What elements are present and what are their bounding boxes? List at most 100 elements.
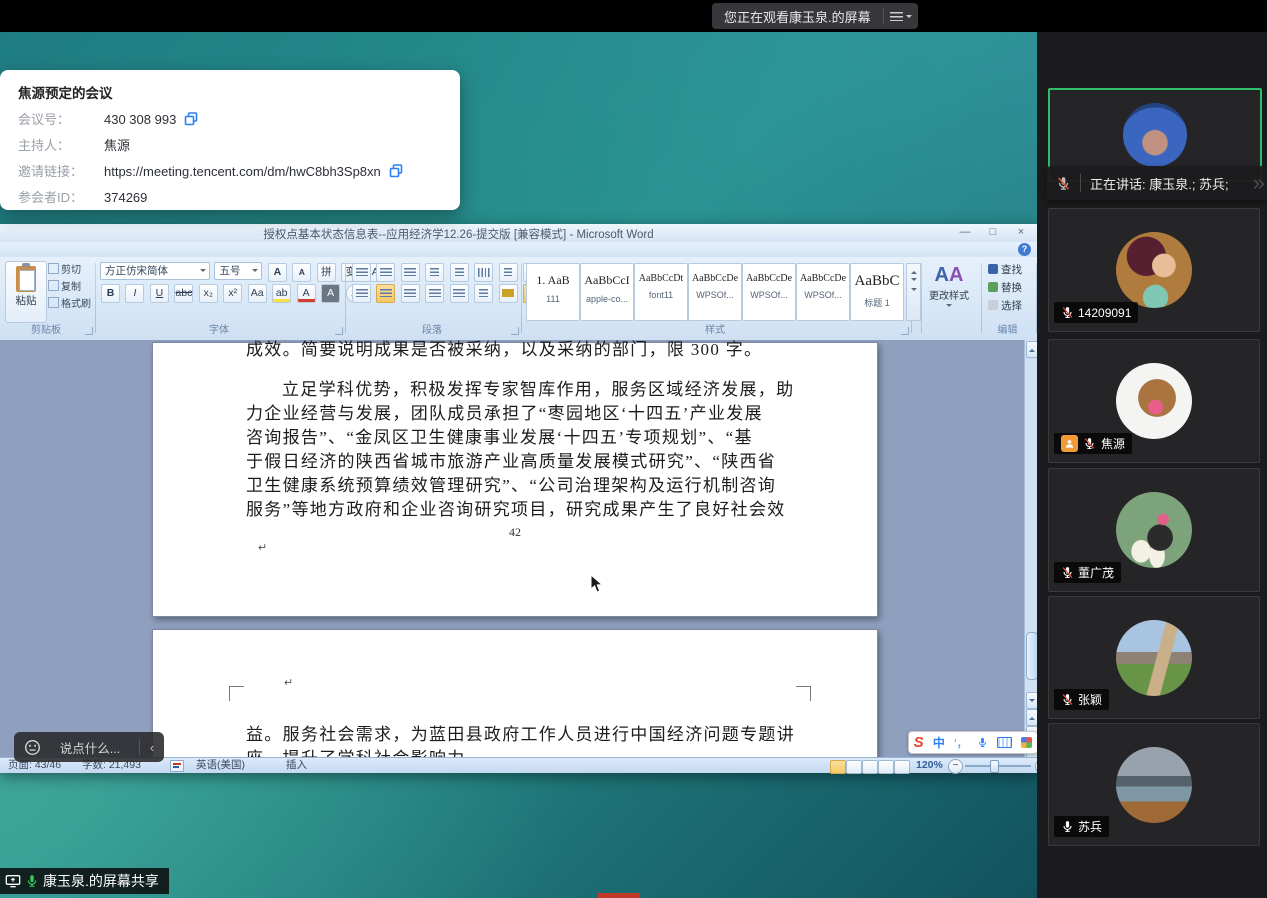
align-right-button[interactable] [401, 284, 420, 303]
increase-indent-button[interactable] [450, 263, 469, 282]
asian-layout-button[interactable] [474, 263, 493, 282]
shrink-font-button[interactable]: A [292, 263, 311, 282]
find-icon [988, 264, 998, 274]
previous-page-button[interactable] [1026, 709, 1037, 726]
print-layout-view-button[interactable] [830, 760, 846, 774]
doc-text-line: 益。服务社会需求，为蓝田县政府工作人员进行中国经济问题专题讲 [246, 720, 846, 745]
zoom-slider-thumb[interactable] [990, 760, 999, 773]
font-size-combo[interactable]: 五号 [214, 262, 262, 280]
chat-quick-bubble[interactable]: 说点什么... ‹ [14, 732, 164, 762]
style-item[interactable]: 1. AaB111 [526, 263, 580, 321]
mic-muted-icon [1083, 437, 1096, 450]
change-styles-button[interactable]: AA 更改样式 [922, 263, 976, 325]
document-scrollbar[interactable] [1024, 340, 1037, 757]
emoji-icon[interactable] [24, 739, 41, 756]
superscript-button[interactable]: x² [223, 284, 242, 303]
line-spacing-button[interactable] [474, 284, 493, 303]
participant-tile-14209091[interactable]: 14209091 [1048, 208, 1260, 332]
sogou-logo-icon[interactable]: S [914, 734, 924, 752]
scroll-up-button[interactable] [1026, 341, 1037, 358]
style-item[interactable]: AaBbCcDeWPSOf... [796, 263, 850, 321]
participant-tile-subing[interactable]: 苏兵 [1048, 723, 1260, 846]
shading-button[interactable] [499, 284, 518, 303]
ime-microphone-icon[interactable] [977, 736, 988, 749]
replace-button[interactable]: 替换 [988, 280, 1022, 297]
fullscreen-reading-view-button[interactable] [846, 760, 862, 774]
scroll-down-icon [911, 278, 917, 284]
find-button[interactable]: 查找 [988, 262, 1022, 279]
copy-button[interactable]: 复制 [48, 280, 92, 296]
phonetic-guide-button[interactable]: 拼 [317, 263, 336, 282]
font-color-button[interactable]: A [297, 284, 316, 303]
decrease-indent-button[interactable] [425, 263, 444, 282]
highlight-color-button[interactable]: ab [272, 284, 291, 303]
ime-keyboard-icon[interactable] [997, 737, 1012, 748]
align-center-button[interactable] [376, 284, 395, 303]
insert-mode-indicator[interactable]: 插入 [286, 759, 307, 772]
numbered-list-button[interactable] [376, 263, 395, 282]
sharer-mic-on-icon [25, 874, 39, 888]
styles-gallery-scrollbar[interactable] [906, 263, 921, 321]
grow-font-button[interactable]: A [268, 263, 287, 282]
copy-icon[interactable] [184, 112, 198, 126]
styles-dialog-launcher[interactable] [901, 327, 909, 335]
styles-scroll-strip [912, 259, 922, 337]
doc-text-line: 咨询报告”、“金凤区卫生健康事业发展‘十四五’专项规划”、“基 [246, 423, 846, 448]
style-item[interactable]: AaBbCcDtfont11 [634, 263, 688, 321]
style-item[interactable]: AaBbCcIapple-co... [580, 263, 634, 321]
italic-button[interactable]: I [125, 284, 144, 303]
strikethrough-button[interactable]: abc [174, 284, 193, 303]
scrollbar-thumb[interactable] [1026, 632, 1037, 680]
close-button[interactable]: × [1007, 224, 1035, 241]
align-left-button[interactable] [352, 284, 371, 303]
sort-button[interactable] [499, 263, 518, 282]
restore-button[interactable]: □ [979, 224, 1007, 241]
character-shading-button[interactable]: A [321, 284, 340, 303]
change-case-aa-button[interactable]: Aa [248, 284, 267, 303]
help-icon[interactable]: ? [1018, 243, 1031, 256]
justify-button[interactable] [425, 284, 444, 303]
minimize-button[interactable]: — [951, 224, 979, 241]
language-indicator[interactable]: 英语(美国) [196, 759, 245, 772]
draft-view-button[interactable] [894, 760, 910, 774]
collapse-banner-chevron-icon[interactable]: » [1253, 168, 1265, 198]
scroll-down-button[interactable] [1026, 692, 1037, 709]
chat-input-placeholder[interactable]: 说点什么... [41, 738, 139, 757]
view-options-menu-button[interactable] [884, 3, 918, 29]
bold-button[interactable]: B [101, 284, 120, 303]
ime-toolbox-icon[interactable] [1021, 737, 1032, 748]
style-item-heading1[interactable]: AaBbC标题 1 [850, 263, 904, 321]
paragraph-dialog-launcher[interactable] [511, 327, 519, 335]
subscript-button[interactable]: x₂ [199, 284, 218, 303]
multilevel-list-button[interactable] [401, 263, 420, 282]
outline-view-button[interactable] [878, 760, 894, 774]
distribute-button[interactable] [450, 284, 469, 303]
font-dialog-launcher[interactable] [335, 327, 343, 335]
style-item[interactable]: AaBbCcDeWPSOf... [688, 263, 742, 321]
collapse-chat-button[interactable]: ‹ [140, 740, 164, 755]
cut-button[interactable]: 剪切 [48, 263, 92, 279]
ime-language-toggle[interactable]: 中 [933, 734, 945, 751]
editing-group-label: 编辑 [982, 321, 1033, 336]
word-title-bar[interactable]: 授权点基本状态信息表--应用经济学12.26-提交版 [兼容模式] - Micr… [0, 224, 1037, 243]
paste-button[interactable]: 粘贴 [5, 261, 47, 323]
participant-tile-dongguangmao[interactable]: 董广茂 [1048, 468, 1260, 592]
select-button[interactable]: 选择 [988, 298, 1022, 315]
copy-icon[interactable] [389, 164, 403, 178]
underline-button[interactable]: U [150, 284, 169, 303]
participant-tile-zhangying[interactable]: 张颖 [1048, 596, 1260, 719]
scroll-up-icon [911, 268, 917, 274]
proofing-icon[interactable] [170, 760, 184, 772]
clipboard-dialog-launcher[interactable] [85, 327, 93, 335]
bullet-list-button[interactable] [352, 263, 371, 282]
mic-muted-icon [1061, 306, 1074, 319]
font-name-combo[interactable]: 方正仿宋简体 [100, 262, 210, 280]
ime-punctuation-toggle[interactable]: ’， [954, 735, 967, 751]
style-item[interactable]: AaBbCcDeWPSOf... [742, 263, 796, 321]
ime-toolbar[interactable]: S 中 ’， [908, 731, 1037, 754]
participant-tile-jiaoyuan[interactable]: 焦源 [1048, 339, 1260, 463]
web-layout-view-button[interactable] [862, 760, 878, 774]
zoom-level[interactable]: 120% [916, 759, 943, 772]
zoom-out-button[interactable]: − [948, 759, 963, 774]
format-painter-button[interactable]: 格式刷 [48, 297, 92, 313]
